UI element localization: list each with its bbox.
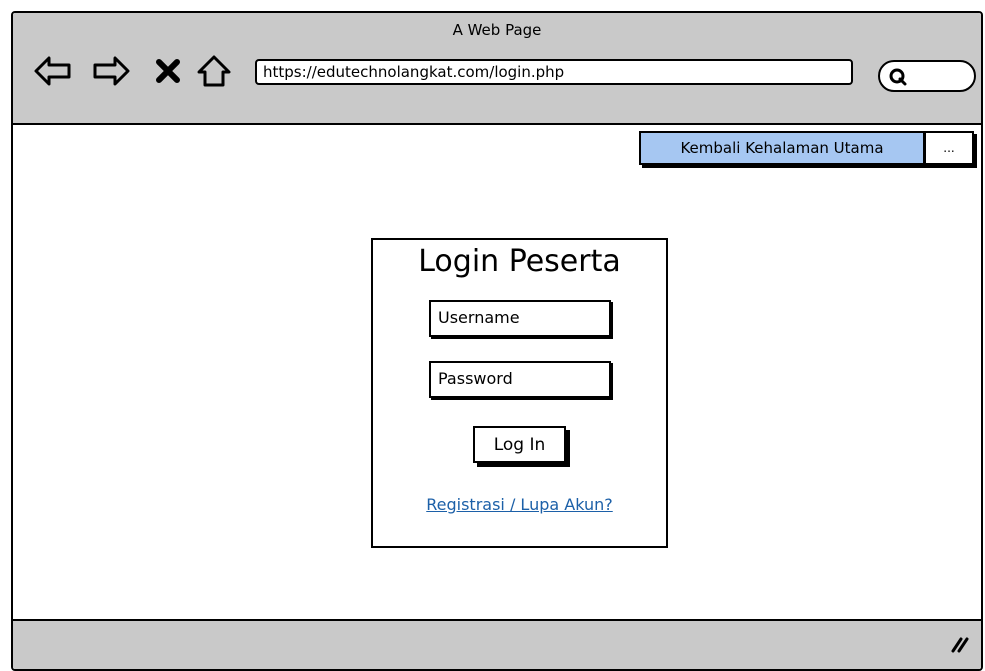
search-input[interactable] <box>878 60 976 92</box>
url-bar[interactable]: https://edutechnolangkat.com/login.php <box>255 59 853 85</box>
title-bar: A Web Page https://edutechnolangkat.com/… <box>13 13 981 125</box>
search-icon <box>889 68 907 86</box>
login-title: Login Peserta <box>418 244 621 279</box>
back-arrow-icon[interactable] <box>33 53 73 89</box>
more-button[interactable]: ... <box>924 131 974 165</box>
browser-window: A Web Page https://edutechnolangkat.com/… <box>11 11 983 671</box>
home-icon[interactable] <box>195 53 233 89</box>
login-panel: Login Peserta Username Password Log In R… <box>371 238 668 548</box>
password-field[interactable]: Password <box>429 361 611 398</box>
username-field[interactable]: Username <box>429 300 611 337</box>
status-bar <box>13 619 981 669</box>
login-button[interactable]: Log In <box>473 426 566 463</box>
register-forgot-link[interactable]: Registrasi / Lupa Akun? <box>373 495 666 514</box>
resize-grip-icon[interactable] <box>949 633 969 653</box>
close-icon[interactable] <box>153 53 183 89</box>
forward-arrow-icon[interactable] <box>91 53 131 89</box>
back-to-home-button[interactable]: Kembali Kehalaman Utama <box>639 131 925 165</box>
window-title: A Web Page <box>452 21 542 39</box>
